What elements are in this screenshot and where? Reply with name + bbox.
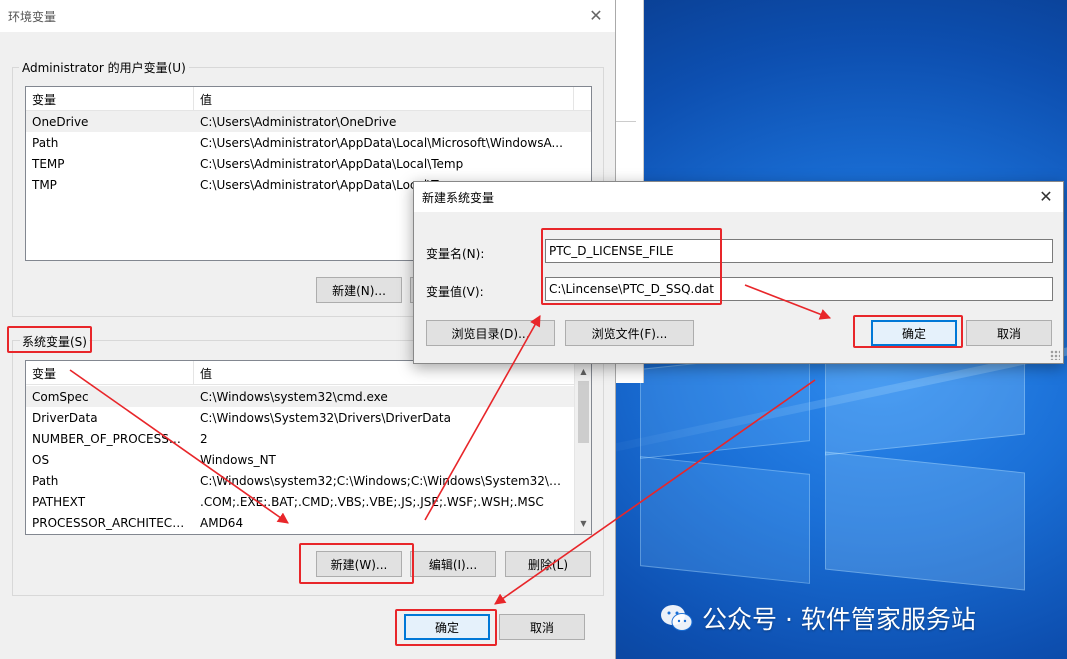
var-name: Path	[32, 135, 59, 150]
scroll-down-icon[interactable]: ▼	[575, 515, 591, 532]
table-row[interactable]: PATHEXT .COM;.EXE;.BAT;.CMD;.VBS;.VBE;.J…	[26, 491, 574, 512]
resize-grip-icon[interactable]	[1050, 350, 1060, 360]
dialog-cancel-button[interactable]: 取消	[966, 320, 1052, 346]
user-new-button[interactable]: 新建(N)...	[316, 277, 402, 303]
scroll-up-icon[interactable]: ▲	[575, 363, 591, 380]
column-header-value[interactable]: 值	[194, 87, 574, 110]
system-edit-button[interactable]: 编辑(I)...	[410, 551, 496, 577]
browse-directory-button[interactable]: 浏览目录(D)...	[426, 320, 555, 346]
var-value: .COM;.EXE;.BAT;.CMD;.VBS;.VBE;.JS;.JSE;.…	[200, 494, 544, 509]
wallpaper-pane	[825, 451, 1025, 591]
env-window-title: 环境变量	[8, 9, 57, 24]
dialog-title: 新建系统变量	[422, 190, 495, 205]
table-row[interactable]: PROCESSOR_ARCHITECT... AMD64	[26, 512, 574, 533]
wallpaper-pane	[640, 456, 810, 584]
highlight-dialog-fields	[541, 228, 722, 305]
system-vars-header: 变量 值	[26, 361, 591, 385]
var-value: Windows_NT	[200, 452, 276, 467]
env-cancel-button[interactable]: 取消	[499, 614, 585, 640]
variable-value-label: 变量值(V):	[426, 285, 484, 299]
highlight-env-ok	[395, 609, 497, 646]
var-value: C:\Windows\system32\cmd.exe	[200, 389, 388, 404]
var-name: TMP	[32, 177, 57, 192]
column-header-name[interactable]: 变量	[26, 87, 194, 110]
var-name: OS	[32, 452, 50, 467]
highlight-system-vars	[7, 326, 92, 353]
new-system-variable-dialog: 新建系统变量 ✕ 变量名(N): PTC_D_LICENSE_FILE 变量值(…	[413, 181, 1064, 364]
user-vars-label: Administrator 的用户变量(U)	[19, 59, 189, 76]
system-vars-list[interactable]: 变量 值 ComSpec C:\Windows\system32\cmd.exe…	[25, 360, 592, 535]
var-value: C:\Users\Administrator\OneDrive	[200, 114, 397, 129]
var-name: Path	[32, 473, 59, 488]
dialog-titlebar[interactable]: 新建系统变量	[414, 182, 1063, 212]
table-row[interactable]: Path C:\Users\Administrator\AppData\Loca…	[26, 132, 591, 153]
var-value: C:\Windows\system32;C:\Windows;C:\Window…	[200, 473, 574, 488]
browse-file-button[interactable]: 浏览文件(F)...	[565, 320, 694, 346]
table-row[interactable]: DriverData C:\Windows\System32\Drivers\D…	[26, 407, 574, 428]
table-row[interactable]: Path C:\Windows\system32;C:\Windows;C:\W…	[26, 470, 574, 491]
table-row[interactable]: TEMP C:\Users\Administrator\AppData\Loca…	[26, 153, 591, 174]
table-row[interactable]: NUMBER_OF_PROCESSORS 2	[26, 428, 574, 449]
wallpaper-pane	[640, 351, 810, 459]
scroll-thumb[interactable]	[578, 381, 589, 443]
var-name: TEMP	[32, 156, 65, 171]
wechat-icon	[661, 605, 693, 631]
var-name: PROCESSOR_ARCHITECT...	[32, 515, 190, 530]
var-value: AMD64	[200, 515, 244, 530]
watermark-text: 公众号 · 软件管家服务站	[702, 605, 976, 634]
var-name: PATHEXT	[32, 494, 86, 509]
system-vars-scrollbar[interactable]: ▲ ▼	[574, 361, 591, 534]
var-name: NUMBER_OF_PROCESSORS	[32, 431, 194, 446]
close-icon[interactable]: ✕	[587, 6, 605, 25]
table-row[interactable]: OS Windows_NT	[26, 449, 574, 470]
highlight-system-new	[299, 543, 414, 584]
var-name: OneDrive	[32, 114, 89, 129]
table-row[interactable]: OneDrive C:\Users\Administrator\OneDrive	[26, 111, 591, 132]
var-name: DriverData	[32, 410, 98, 425]
system-delete-button[interactable]: 删除(L)	[505, 551, 591, 577]
watermark: 公众号 · 软件管家服务站	[660, 600, 976, 636]
column-header-value[interactable]: 值	[194, 361, 576, 384]
env-window-titlebar[interactable]: 环境变量	[0, 0, 615, 32]
table-row[interactable]: ComSpec C:\Windows\system32\cmd.exe	[26, 386, 574, 407]
var-name: ComSpec	[32, 389, 89, 404]
var-value: C:\Users\Administrator\AppData\Local\Tem…	[200, 156, 464, 171]
highlight-dialog-ok	[853, 315, 963, 348]
close-icon[interactable]: ✕	[1037, 187, 1055, 206]
var-value: 2	[200, 431, 208, 446]
variable-name-label: 变量名(N):	[426, 247, 485, 261]
var-value: C:\Users\Administrator\AppData\Local\Mic…	[200, 135, 563, 150]
column-header-name[interactable]: 变量	[26, 361, 194, 384]
var-value: C:\Windows\System32\Drivers\DriverData	[200, 410, 451, 425]
user-vars-header: 变量 值	[26, 87, 591, 111]
